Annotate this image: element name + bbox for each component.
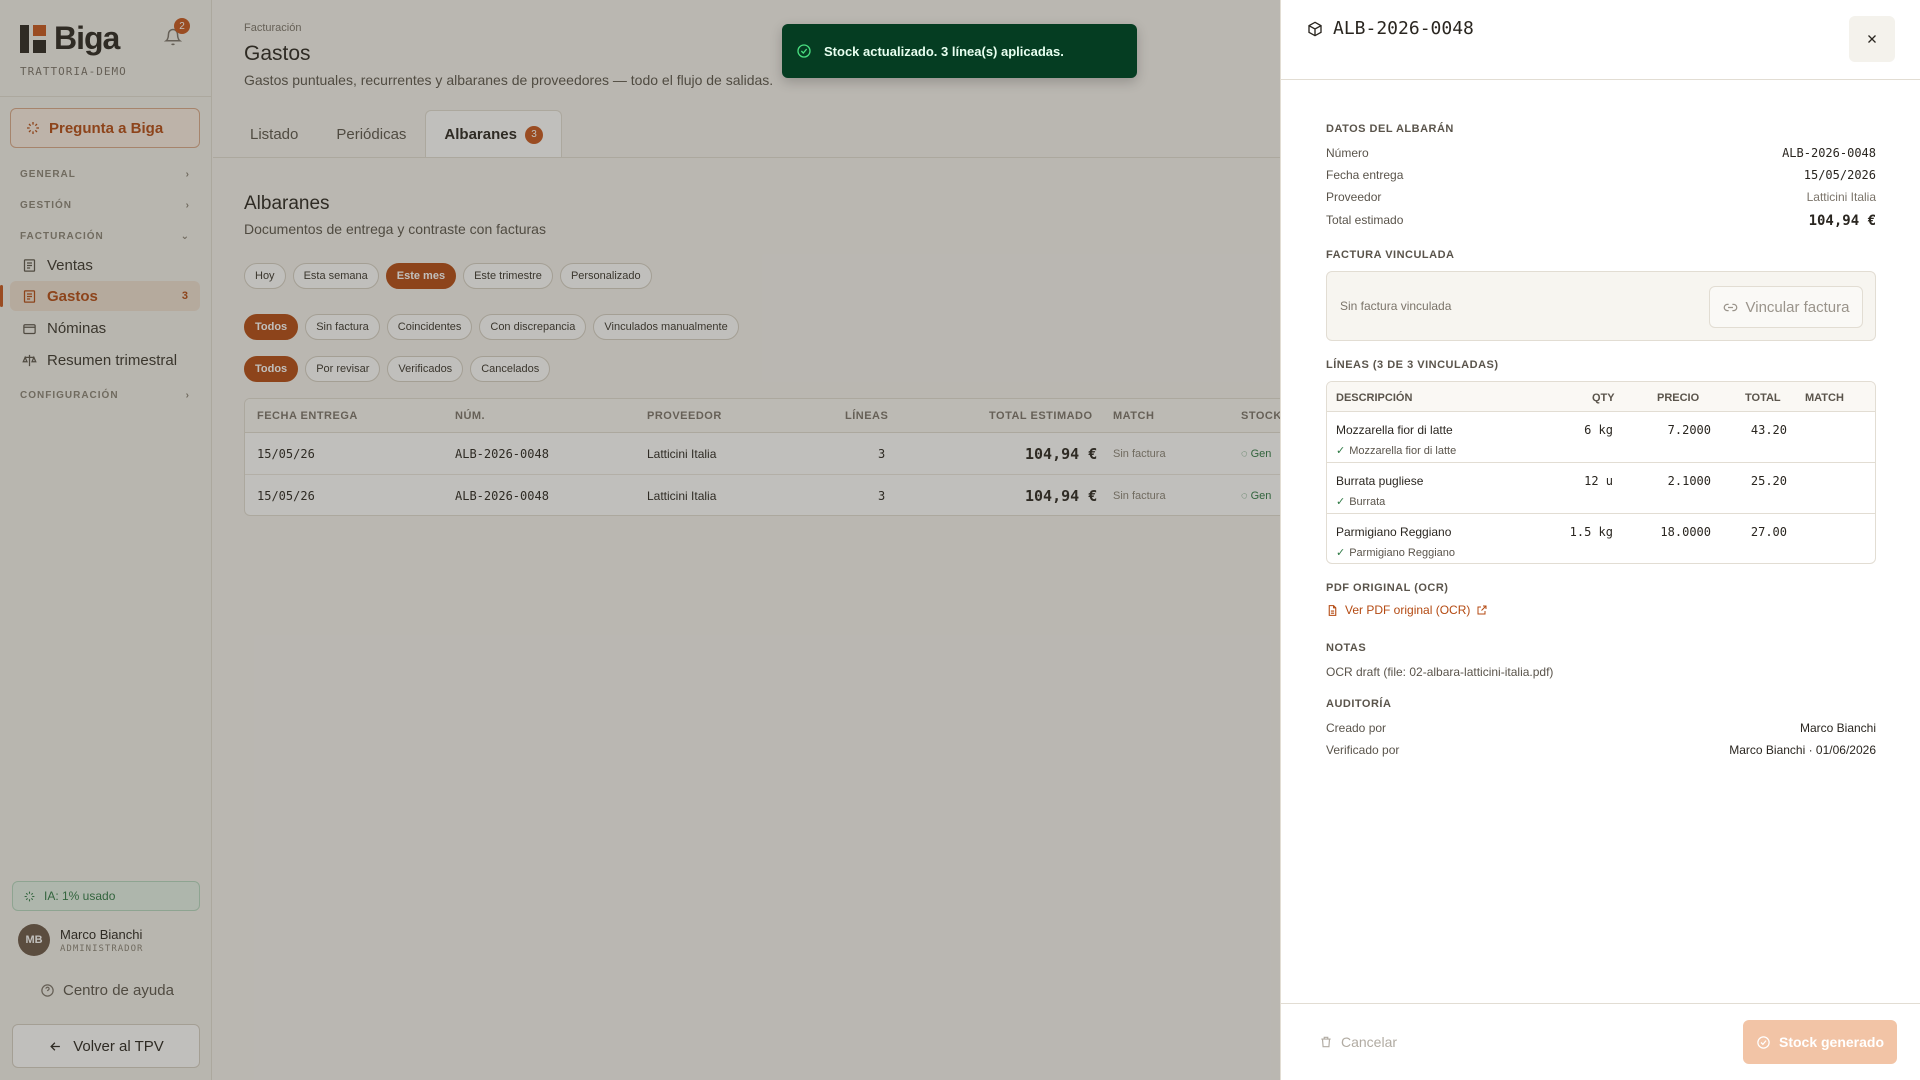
section-heading: FACTURA VINCULADA — [1326, 249, 1455, 261]
line-match: ✓ Parmigiano Reggiano — [1336, 546, 1456, 560]
toast-message: Stock actualizado. 3 línea(s) aplicadas. — [824, 43, 1064, 59]
view-pdf-link[interactable]: Ver PDF original (OCR) — [1326, 603, 1488, 617]
line-match-label: Parmigiano Reggiano — [1349, 546, 1456, 559]
field-proveedor: Proveedor Latticini Italia — [1326, 190, 1876, 204]
albaran-detail-drawer: ALB-2026-0048 DATOS DEL ALBARÁN Número AL… — [1280, 0, 1920, 1080]
linked-invoice-box: Sin factura vinculada Vincular factura — [1326, 271, 1876, 341]
drawer-title: ALB-2026-0048 — [1307, 18, 1474, 39]
package-icon — [1308, 21, 1322, 36]
line-match: ✓ Mozzarella fior di latte — [1336, 444, 1457, 458]
field-value: ALB-2026-0048 — [1782, 146, 1876, 160]
field-label: Creado por — [1326, 721, 1387, 735]
line-description: Burrata pugliese — [1336, 474, 1424, 488]
section-heading: LÍNEAS (3 DE 3 VINCULADAS) — [1326, 359, 1499, 371]
field-verificado-por: Verificado por Marco Bianchi · 01/06/2026 — [1326, 743, 1876, 757]
line-price: 2.1000 — [1667, 474, 1711, 488]
stock-generated-button[interactable]: Stock generado — [1743, 1020, 1897, 1064]
section-heading: NOTAS — [1326, 642, 1367, 654]
column-header: TOTAL — [1745, 392, 1781, 404]
field-label: Total estimado — [1326, 213, 1404, 227]
column-header: DESCRIPCIÓN — [1336, 392, 1413, 404]
column-header: QTY — [1592, 392, 1615, 404]
section-heading: AUDITORÍA — [1326, 698, 1392, 710]
table-header: DESCRIPCIÓN QTY PRECIO TOTAL MATCH — [1327, 382, 1875, 412]
cancel-button[interactable]: Cancelar — [1319, 1034, 1397, 1050]
line-qty: 6 kg — [1584, 423, 1613, 437]
close-button[interactable] — [1849, 16, 1895, 62]
field-label: Fecha entrega — [1326, 168, 1404, 182]
stock-generated-label: Stock generado — [1778, 1034, 1885, 1050]
drawer-title-text: ALB-2026-0048 — [1333, 18, 1474, 39]
field-label: Número — [1326, 146, 1369, 160]
field-value: 104,94 € — [1808, 213, 1876, 229]
link-icon — [1723, 303, 1737, 311]
drawer-header: ALB-2026-0048 — [1281, 0, 1920, 80]
line-total: 25.20 — [1750, 474, 1787, 488]
line-total: 27.00 — [1750, 525, 1787, 539]
cancel-label: Cancelar — [1341, 1034, 1398, 1050]
check-circle-icon — [797, 44, 811, 58]
line-row[interactable]: Burrata pugliese 12 u 2.1000 25.20 ✓ Burr… — [1327, 463, 1875, 514]
line-match-label: Burrata — [1349, 495, 1386, 508]
check-icon: ✓ — [1336, 547, 1346, 559]
line-match: ✓ Burrata — [1336, 495, 1386, 509]
modal-backdrop[interactable] — [0, 0, 1280, 1080]
line-qty: 12 u — [1584, 474, 1613, 488]
field-creado-por: Creado por Marco Bianchi — [1326, 721, 1876, 735]
column-header: MATCH — [1805, 392, 1844, 404]
drawer-footer: Cancelar Stock generado — [1281, 1003, 1920, 1080]
line-price: 7.2000 — [1667, 423, 1711, 437]
empty-state-text: Sin factura vinculada — [1340, 299, 1452, 313]
check-circle-icon — [1757, 1035, 1770, 1049]
column-header: PRECIO — [1657, 392, 1700, 404]
line-description: Mozzarella fior di latte — [1336, 423, 1453, 437]
check-icon: ✓ — [1336, 445, 1346, 457]
section-heading: DATOS DEL ALBARÁN — [1326, 123, 1454, 135]
notes-text: OCR draft (file: 02-albara-latticini-ita… — [1326, 665, 1554, 679]
line-price: 18.0000 — [1660, 525, 1711, 539]
line-row[interactable]: Mozzarella fior di latte 6 kg 7.2000 43.… — [1327, 412, 1875, 463]
field-value: Marco Bianchi — [1799, 721, 1876, 735]
success-toast: Stock actualizado. 3 línea(s) aplicadas. — [782, 24, 1137, 78]
field-label: Verificado por — [1326, 743, 1400, 757]
line-total: 43.20 — [1750, 423, 1787, 437]
field-label: Proveedor — [1326, 190, 1382, 204]
close-icon — [1868, 35, 1876, 43]
field-value: 15/05/2026 — [1803, 168, 1876, 182]
view-pdf-label: Ver PDF original (OCR) — [1345, 603, 1471, 617]
field-fecha-entrega: Fecha entrega 15/05/2026 — [1326, 168, 1876, 182]
section-heading: PDF ORIGINAL (OCR) — [1326, 582, 1449, 594]
field-numero: Número ALB-2026-0048 — [1326, 146, 1876, 160]
field-value: Marco Bianchi · 01/06/2026 — [1729, 743, 1876, 757]
link-invoice-label: Vincular factura — [1745, 298, 1850, 316]
external-link-icon — [1477, 605, 1487, 615]
trash-icon — [1321, 1036, 1331, 1048]
field-total-estimado: Total estimado 104,94 € — [1326, 213, 1876, 229]
line-match-label: Mozzarella fior di latte — [1349, 444, 1457, 457]
field-value: Latticini Italia — [1806, 190, 1876, 204]
line-description: Parmigiano Reggiano — [1336, 525, 1452, 539]
line-qty: 1.5 kg — [1569, 525, 1613, 539]
line-row[interactable]: Parmigiano Reggiano 1.5 kg 18.0000 27.00… — [1327, 514, 1875, 563]
check-icon: ✓ — [1336, 496, 1346, 508]
lines-table: DESCRIPCIÓN QTY PRECIO TOTAL MATCH Mozza… — [1326, 381, 1876, 564]
link-invoice-button[interactable]: Vincular factura — [1709, 286, 1863, 328]
file-icon — [1328, 604, 1337, 616]
